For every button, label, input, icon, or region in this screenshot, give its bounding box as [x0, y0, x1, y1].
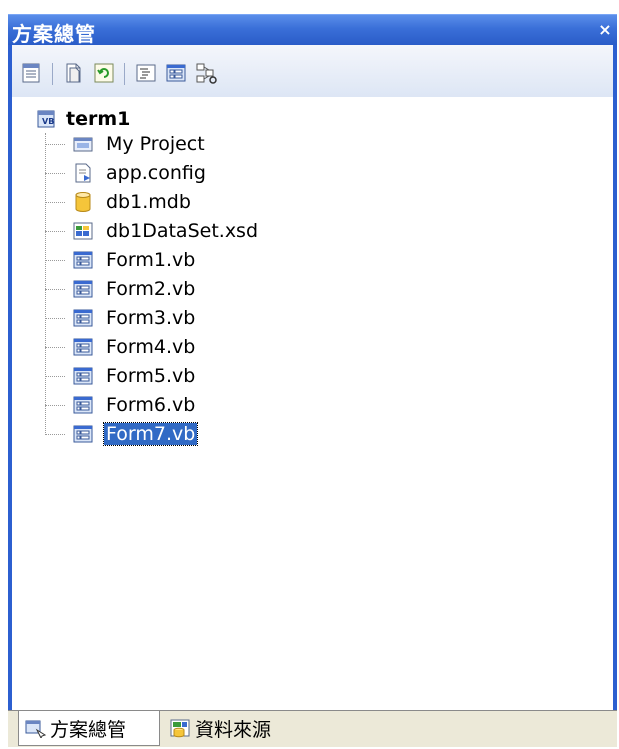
solution-explorer-icon — [25, 720, 47, 738]
tree-item-form2[interactable]: Form2.vb — [72, 276, 197, 302]
tree-item-label: Form2.vb — [106, 278, 196, 300]
toolbar-separator — [52, 63, 53, 85]
solution-explorer-panel: 方案總管 × VB term1 My Project app.config db… — [0, 0, 619, 749]
form-icon — [73, 251, 93, 269]
tree-connector — [45, 376, 65, 377]
tree-item-label: My Project — [106, 133, 205, 155]
svg-text:VB: VB — [42, 117, 54, 126]
form-icon — [73, 309, 93, 327]
tree-item-form6[interactable]: Form6.vb — [72, 392, 197, 418]
tree-item-form1[interactable]: Form1.vb — [72, 247, 197, 273]
tab-solution-explorer[interactable]: 方案總管 — [18, 711, 160, 746]
tree-connector — [45, 405, 65, 406]
form-icon — [73, 367, 93, 385]
config-file-icon — [75, 163, 91, 183]
view-designer-icon[interactable] — [164, 61, 188, 85]
tree-item-label: Form1.vb — [106, 249, 196, 271]
tree-root-term1[interactable]: VB term1 — [36, 107, 130, 131]
tree-connector — [45, 173, 65, 174]
form-icon — [73, 396, 93, 414]
tree-item-db1-mdb[interactable]: db1.mdb — [72, 189, 193, 215]
solution-tree: VB term1 My Project app.config db1.mdb d… — [12, 97, 613, 710]
data-sources-icon — [170, 719, 190, 738]
tree-item-form4[interactable]: Form4.vb — [72, 334, 197, 360]
my-project-icon — [73, 137, 93, 152]
tree-item-form3[interactable]: Form3.vb — [72, 305, 197, 331]
class-diagram-icon[interactable] — [194, 61, 218, 85]
form-icon — [73, 280, 93, 298]
form-icon — [73, 338, 93, 356]
tree-connector — [45, 144, 65, 145]
tree-connector — [45, 289, 65, 290]
tree-connector — [45, 434, 65, 435]
tree-item-label: db1DataSet.xsd — [106, 220, 259, 242]
refresh-icon[interactable] — [92, 61, 116, 85]
tree-connector — [45, 231, 65, 232]
dataset-icon — [73, 222, 93, 240]
tree-connector — [45, 133, 46, 435]
tab-data-sources[interactable]: 資料來源 — [164, 711, 304, 745]
tree-item-app-config[interactable]: app.config — [72, 160, 208, 186]
properties-icon[interactable] — [20, 61, 44, 85]
tree-connector — [45, 347, 65, 348]
tree-item-label: Form5.vb — [106, 365, 196, 387]
tree-item-label: Form6.vb — [106, 394, 196, 416]
show-all-files-icon[interactable] — [62, 61, 86, 85]
tab-label: 方案總管 — [50, 718, 127, 741]
right-border — [613, 45, 617, 710]
tree-item-form5[interactable]: Form5.vb — [72, 363, 197, 389]
toolbar-separator — [124, 63, 125, 85]
tree-item-db1dataset-xsd[interactable]: db1DataSet.xsd — [72, 218, 260, 244]
tree-root-label: term1 — [66, 108, 131, 130]
tab-label: 資料來源 — [195, 718, 272, 741]
close-icon[interactable]: × — [597, 22, 613, 38]
vb-project-icon: VB — [37, 110, 55, 128]
tree-item-label: Form3.vb — [106, 307, 196, 329]
tree-connector — [45, 202, 65, 203]
tree-item-label: app.config — [106, 162, 206, 184]
tree-item-label: db1.mdb — [106, 191, 191, 213]
tree-item-my-project[interactable]: My Project — [72, 131, 207, 157]
panel-title: 方案總管 — [12, 22, 96, 46]
view-code-icon[interactable] — [134, 61, 158, 85]
database-icon — [75, 192, 91, 212]
bottom-tab-bar: 方案總管 資料來源 — [8, 710, 617, 747]
toolbar — [12, 45, 613, 97]
tree-connector — [45, 260, 65, 261]
tree-item-label: Form4.vb — [106, 336, 196, 358]
form-icon — [73, 425, 93, 443]
title-bar[interactable]: 方案總管 × — [8, 14, 617, 46]
tree-item-label: Form7.vb — [102, 422, 199, 446]
tree-connector — [45, 318, 65, 319]
tree-item-form7[interactable]: Form7.vb — [72, 421, 199, 447]
